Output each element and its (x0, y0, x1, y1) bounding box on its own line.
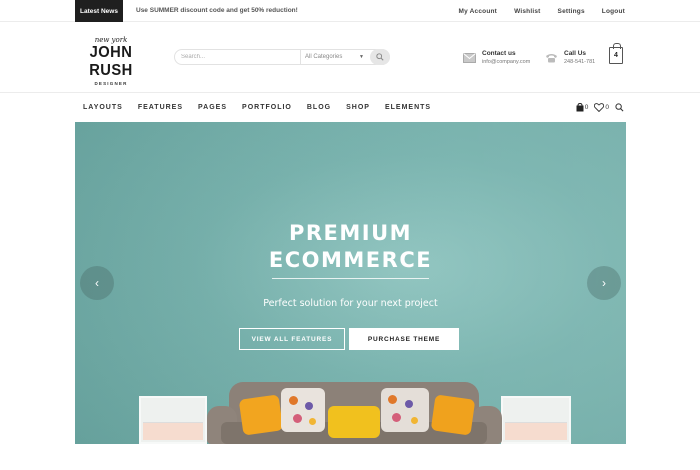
logout-link[interactable]: Logout (602, 8, 625, 15)
chevron-down-icon: ▼ (359, 54, 364, 60)
logo-sub-text: DESIGNER (94, 81, 128, 86)
cart-bag-icon[interactable]: 4 (609, 43, 623, 64)
call-block[interactable]: Call Us 248-541-781 (545, 49, 595, 66)
hero-divider (272, 278, 429, 279)
nav-cart-count: 0 (584, 104, 589, 111)
phone-icon (546, 54, 557, 63)
shopping-bag-icon (576, 103, 584, 112)
side-table-right (501, 396, 571, 444)
pillow (430, 394, 476, 436)
pillow (381, 388, 429, 432)
heart-icon (594, 103, 605, 112)
nav-wishlist[interactable]: 0 (594, 103, 609, 112)
nav-item-blog[interactable]: BLOG (307, 104, 331, 111)
cart-count: 4 (614, 52, 618, 59)
nav-item-pages[interactable]: PAGES (198, 104, 227, 111)
top-links: My Account Wishlist Settings Logout (458, 0, 625, 22)
call-number: 248-541-781 (564, 59, 596, 65)
nav-item-shop[interactable]: SHOP (346, 104, 370, 111)
search-icon (615, 103, 624, 112)
nav-search-button[interactable] (615, 103, 624, 112)
search-icon (376, 53, 384, 61)
call-label: Call Us (564, 50, 587, 57)
main-nav: LAYOUTS FEATURES PAGES PORTFOLIO BLOG SH… (0, 93, 700, 122)
search-input[interactable] (175, 50, 300, 64)
chevron-right-icon: › (602, 276, 606, 290)
logo-main-text: JOHN RUSH (89, 44, 133, 79)
wishlist-link[interactable]: Wishlist (514, 8, 540, 15)
mail-icon (463, 52, 476, 63)
site-header: new york JOHN RUSH DESIGNER All Categori… (0, 22, 700, 93)
hero-subtitle: Perfect solution for your next project (263, 298, 438, 309)
promo-text: Use SUMMER discount code and get 50% red… (136, 7, 298, 14)
nav-wishlist-count: 0 (605, 104, 609, 111)
logo[interactable]: new york JOHN RUSH DESIGNER (77, 36, 145, 86)
hero-slider: PREMIUM ECOMMERCE Perfect solution for y… (75, 122, 626, 444)
settings-link[interactable]: Settings (558, 8, 585, 15)
search-bar: All Categories ▼ (174, 49, 390, 65)
top-bar: Latest News Use SUMMER discount code and… (0, 0, 700, 22)
contact-label: Contact us (482, 50, 516, 57)
nav-item-layouts[interactable]: LAYOUTS (83, 104, 123, 111)
pillow (238, 394, 284, 436)
nav-item-portfolio[interactable]: PORTFOLIO (242, 104, 292, 111)
pillow (281, 388, 325, 432)
latest-news-badge: Latest News (75, 0, 123, 22)
slider-next-button[interactable]: › (587, 266, 621, 300)
category-select-value: All Categories (305, 54, 343, 60)
my-account-link[interactable]: My Account (458, 8, 497, 15)
contact-email: info@company.com (482, 59, 531, 65)
nav-item-features[interactable]: FEATURES (138, 104, 183, 111)
pillow (328, 406, 380, 438)
hero-title-line1: PREMIUM (288, 221, 413, 245)
purchase-theme-button[interactable]: PURCHASE THEME (349, 328, 459, 350)
contact-block[interactable]: Contact us info@company.com (463, 49, 530, 66)
logo-script-text: new york (94, 36, 128, 44)
category-select[interactable]: All Categories ▼ (300, 50, 370, 64)
side-table-left (139, 396, 207, 444)
nav-cart[interactable]: 0 (576, 103, 589, 112)
hero-title-line2: ECOMMERCE (268, 248, 433, 272)
slider-prev-button[interactable]: ‹ (80, 266, 114, 300)
view-all-features-button[interactable]: VIEW ALL FEATURES (239, 328, 345, 350)
nav-item-elements[interactable]: ELEMENTS (385, 104, 431, 111)
chevron-left-icon: ‹ (95, 276, 99, 290)
search-button[interactable] (370, 49, 390, 65)
